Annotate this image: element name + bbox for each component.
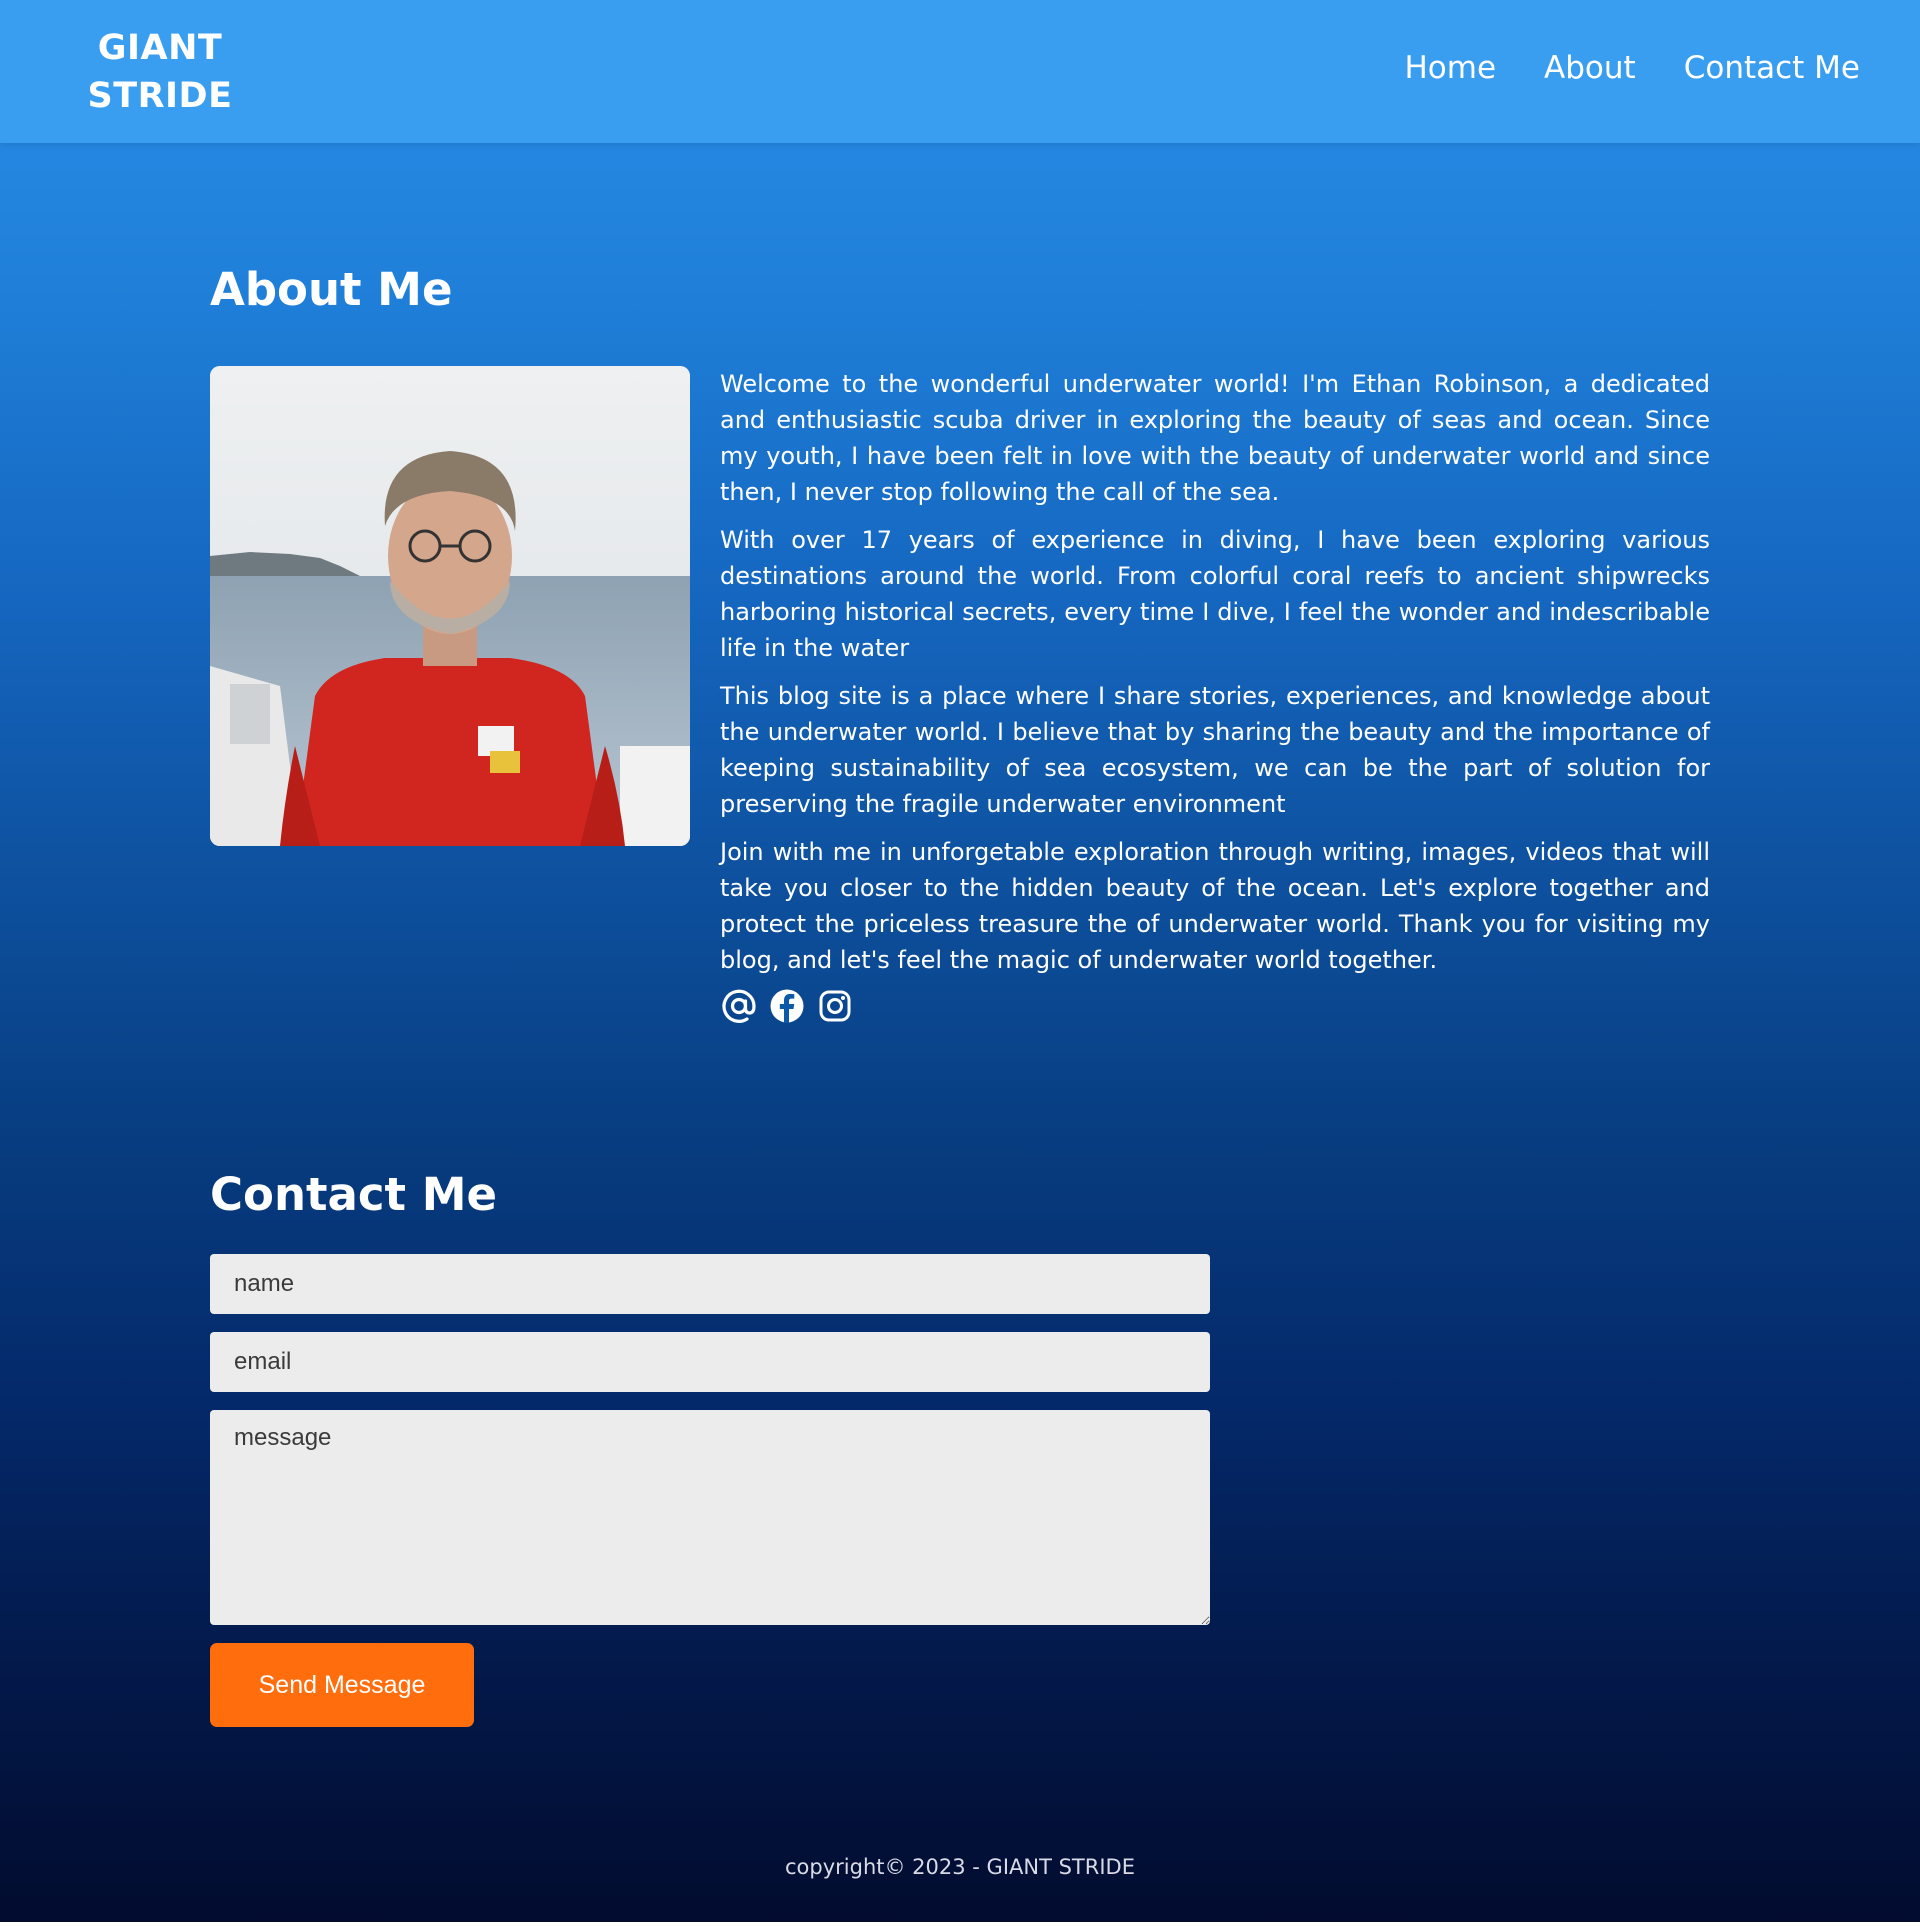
email-input[interactable] (210, 1332, 1210, 1392)
about-paragraph-1: Welcome to the wonderful underwater worl… (720, 370, 1710, 506)
brand-logo[interactable]: GIANT STRIDE (60, 24, 260, 120)
nav-home-link[interactable]: Home (1405, 50, 1497, 86)
bottom-divider (0, 1922, 1920, 1926)
profile-photo (210, 366, 690, 846)
message-textarea[interactable] (210, 1410, 1210, 1625)
footer-copyright: copyright© 2023 - GIANT STRIDE (785, 1855, 1135, 1879)
facebook-icon[interactable] (768, 987, 806, 1025)
navbar: GIANT STRIDE Home About Contact Me (0, 0, 1920, 143)
about-paragraph-2: With over 17 years of experience in divi… (720, 526, 1710, 662)
brand-line-2: STRIDE (87, 76, 233, 116)
nav-contact-link[interactable]: Contact Me (1684, 50, 1860, 86)
social-links (720, 987, 854, 1025)
name-input[interactable] (210, 1254, 1210, 1314)
brand-line-1: GIANT (97, 28, 223, 68)
nav-about-link[interactable]: About (1544, 50, 1636, 86)
instagram-icon[interactable] (816, 987, 854, 1025)
about-paragraph-4: Join with me in unforgetable exploration… (720, 838, 1710, 974)
about-title: About Me (210, 263, 453, 316)
contact-title: Contact Me (210, 1168, 498, 1221)
main-nav: Home About Contact Me (1405, 50, 1861, 86)
about-text: Welcome to the wonderful underwater worl… (720, 366, 1710, 990)
at-sign-icon[interactable] (720, 987, 758, 1025)
about-paragraph-3: This blog site is a place where I share … (720, 682, 1710, 818)
send-message-button[interactable]: Send Message (210, 1643, 474, 1727)
